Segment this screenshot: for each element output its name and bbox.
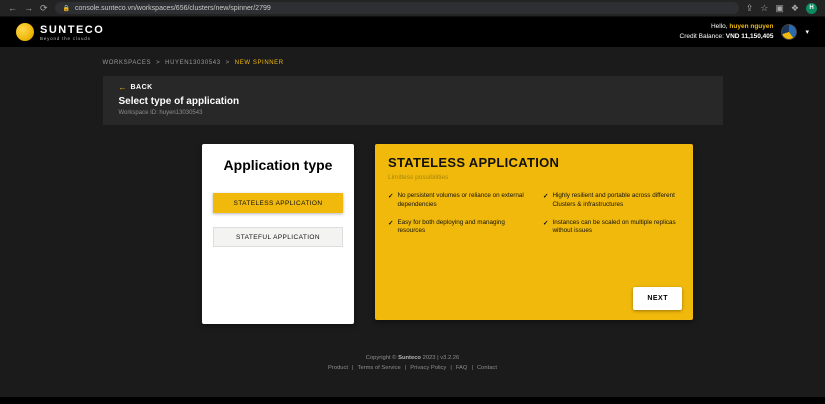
sunteco-logo-icon [16,23,34,41]
breadcrumb: WORKSPACES > HUYEN13030543 > NEW SPINNER [103,47,723,66]
chevron-down-icon[interactable]: ▾ [805,28,809,36]
url-text: console.sunteco.vn/workspaces/656/cluste… [75,4,271,12]
check-icon: ✓ [388,219,394,227]
feature-text: No persistent volumes or reliance on ext… [397,192,524,208]
back-label: BACK [130,84,153,91]
stateless-application-button[interactable]: STATELESS APPLICATION [213,193,343,213]
sunteco-logo[interactable]: SUNTECO Beyond the clouds [16,23,104,41]
feature-item: ✓ No persistent volumes or reliance on e… [388,192,525,210]
detail-card-subtitle: Limitless possibilities [388,174,449,181]
check-icon: ✓ [543,193,549,200]
back-icon[interactable]: ← [8,0,17,17]
username-text: huyen nguyen [729,23,774,31]
stateful-application-button[interactable]: STATEFUL APPLICATION [213,227,343,247]
workspace-id-text: Workspace ID: huyen13030543 [118,110,203,116]
next-button[interactable]: NEXT [633,287,682,310]
page-title: Select type of application [118,96,240,107]
footer-separator: | [450,365,452,371]
app-header: SUNTECO Beyond the clouds Hello, huyen n… [0,17,825,47]
page-title-strip: ← BACK Select type of application Worksp… [102,76,723,125]
feature-item: ✓ Easy for both deploying and managing r… [388,219,525,237]
user-avatar[interactable] [781,24,798,40]
detail-card-title: STATELESS APPLICATION [388,155,560,170]
breadcrumb-workspaces[interactable]: WORKSPACES [103,60,152,66]
reload-icon[interactable]: ⟳ [40,0,48,17]
brand-name: SUNTECO [40,23,105,36]
footer-link-terms[interactable]: Terms of Service [358,365,401,371]
feature-text: Highly resilient and portable across dif… [552,192,675,208]
lock-icon: 🔒 [62,5,71,12]
browser-profile-avatar[interactable]: H [806,2,817,14]
brand-tagline: Beyond the clouds [40,35,91,41]
application-type-title: Application type [223,157,333,173]
breadcrumb-separator: > [156,60,161,66]
browser-toolbar: ← → ⟳ 🔒 console.sunteco.vn/workspaces/65… [0,0,825,17]
back-button[interactable]: ← BACK [119,83,707,92]
footer-link-privacy[interactable]: Privacy Policy [410,365,446,371]
footer-link-product[interactable]: Product [328,365,348,371]
feature-text: Easy for both deploying and managing res… [397,218,505,235]
feature-item: ✓ Instances can be scaled on multiple re… [543,219,680,237]
main-content: WORKSPACES > HUYEN13030543 > NEW SPINNER… [0,47,825,404]
forward-icon[interactable]: → [24,0,33,17]
feature-item: ✓ Highly resilient and portable across d… [543,192,680,210]
share-icon[interactable]: ⇪ [746,0,754,17]
extensions-icon[interactable]: ❖ [791,0,799,17]
footer-separator: | [352,365,354,371]
footer-link-contact[interactable]: Contact [477,365,497,371]
bookmark-star-icon[interactable]: ☆ [760,0,768,17]
footer-separator: | [404,365,407,371]
check-icon: ✓ [388,193,394,200]
page-footer: Copyright © Sunteco 2023 | v3.2.26 Produ… [103,355,723,371]
back-arrow-icon: ← [118,83,127,92]
address-bar[interactable]: 🔒 console.sunteco.vn/workspaces/656/clus… [54,2,739,14]
side-panel-icon[interactable]: ▣ [775,0,784,17]
breadcrumb-workspace-id[interactable]: HUYEN13030543 [165,60,221,66]
breadcrumb-separator: > [225,60,230,66]
feature-text: Instances can be scaled on multiple repl… [552,218,676,235]
stateless-detail-card: STATELESS APPLICATION Limitless possibil… [375,144,693,320]
footer-separator: | [471,365,473,371]
footer-brand: Sunteco [398,355,421,361]
footer-link-faq[interactable]: FAQ [456,365,468,371]
bottom-bar [0,397,825,404]
credit-balance: Credit Balance: VND 11,150,405 [679,33,774,40]
check-icon: ✓ [543,219,549,227]
breadcrumb-new-spinner: NEW SPINNER [234,60,284,66]
greeting-text: Hello, huyen nguyen [710,23,774,31]
copyright-text: Copyright © Sunteco 2023 | v3.2.26 [365,355,460,361]
application-type-card: Application type STATELESS APPLICATION S… [202,144,354,324]
